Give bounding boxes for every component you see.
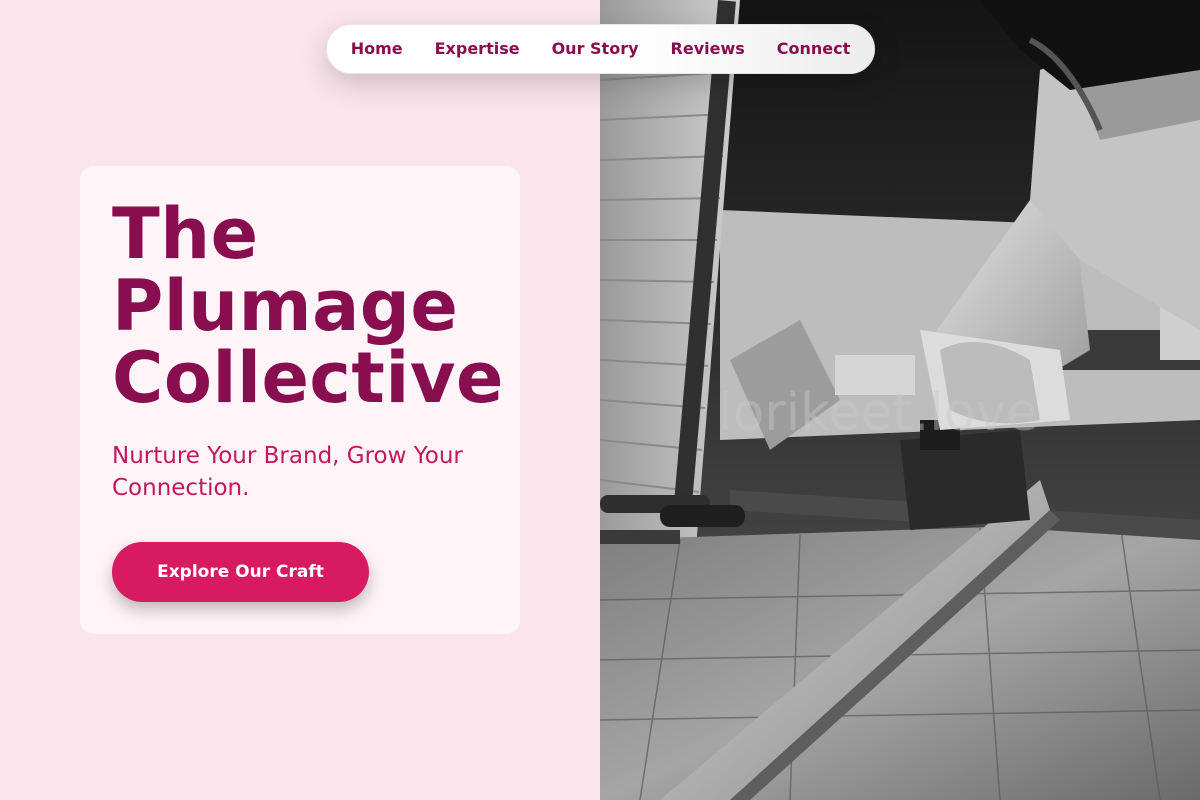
hero-subtitle: Nurture Your Brand, Grow Your Connection…	[112, 443, 463, 501]
hero-photo: lorikeet.love	[600, 0, 1200, 800]
hero-title-line: The	[112, 193, 259, 275]
hero-title: The Plumage Collective	[112, 193, 504, 419]
main-nav: Home Expertise Our Story Reviews Connect	[326, 24, 875, 74]
hero-title-line: Plumage	[112, 265, 459, 347]
explore-craft-button[interactable]: Explore Our Craft	[112, 542, 369, 602]
watermark-text: lorikeet.love	[718, 383, 1039, 443]
hero-title-line: Collective	[112, 337, 504, 419]
nav-home[interactable]: Home	[351, 39, 403, 59]
nav-connect[interactable]: Connect	[777, 39, 851, 59]
nav-expertise[interactable]: Expertise	[435, 39, 520, 59]
nav-reviews[interactable]: Reviews	[671, 39, 745, 59]
nav-our-story[interactable]: Our Story	[552, 39, 639, 59]
hero-card: The Plumage Collective Nurture Your Bran…	[80, 166, 520, 634]
